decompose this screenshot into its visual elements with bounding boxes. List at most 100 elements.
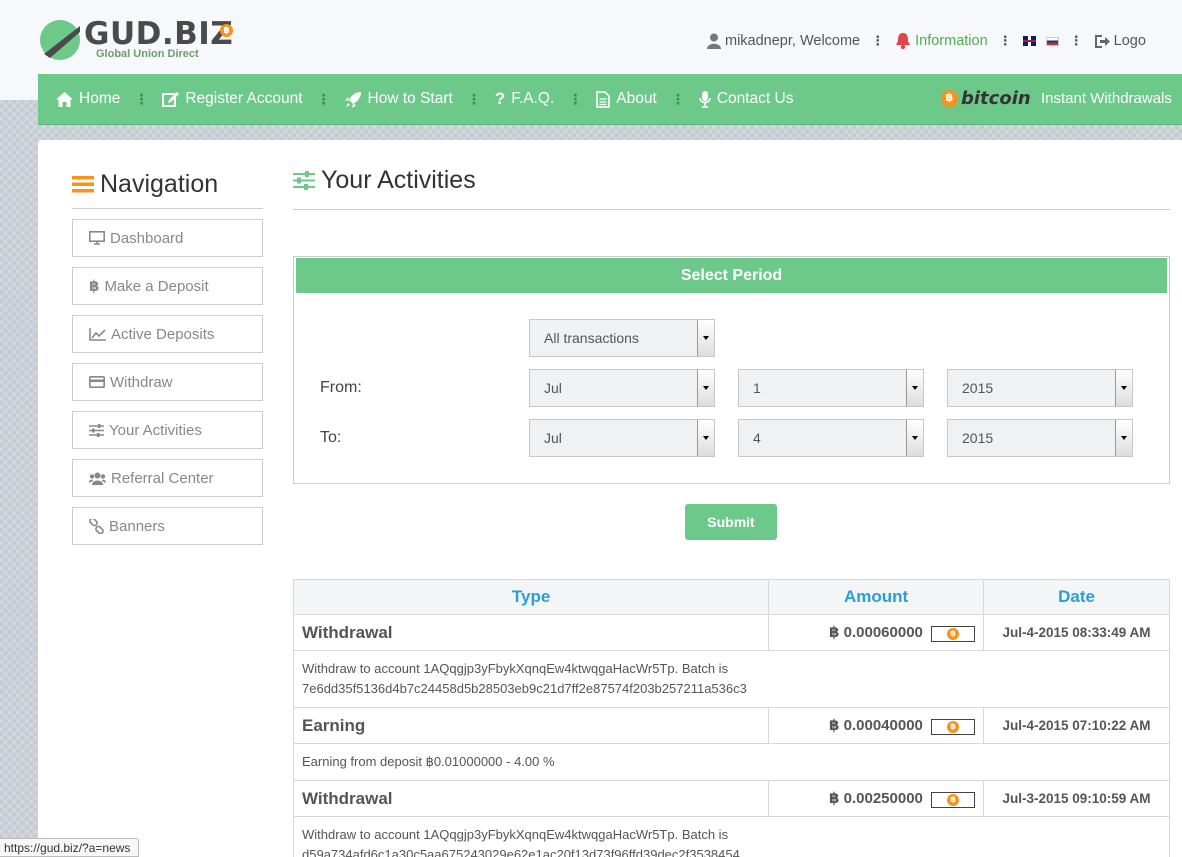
nav-how-to-start[interactable]: How to Start <box>344 90 453 108</box>
date-column-header: Date <box>983 579 1170 615</box>
bars-icon <box>72 176 94 193</box>
sidebar-item-label: Referral Center <box>111 469 214 487</box>
sidebar-item-active-deposits[interactable]: Active Deposits <box>72 315 263 353</box>
to-year-select[interactable]: 2015 <box>947 419 1133 457</box>
nav-separator: ⋮ <box>134 90 149 107</box>
ru-flag-icon[interactable] <box>1045 36 1059 46</box>
nav-register-account[interactable]: Register Account <box>162 90 303 108</box>
transaction-amount-cell: ฿ 0.00040000 ฿ <box>768 707 985 744</box>
sliders-icon <box>293 171 315 190</box>
table-row: Withdrawal ฿ 0.00060000 ฿ Jul-4-2015 08:… <box>292 614 1170 651</box>
transaction-type: Earning <box>292 707 770 744</box>
from-day-value: 1 <box>753 380 761 396</box>
nav-separator: ⋮ <box>670 90 685 107</box>
nav-about[interactable]: About <box>596 90 657 108</box>
uk-flag-icon[interactable] <box>1022 36 1036 46</box>
table-header-row: Type Amount Date <box>292 579 1170 615</box>
bell-icon <box>896 33 911 50</box>
amount-column-header: Amount <box>768 579 985 615</box>
line-chart-icon <box>89 327 106 341</box>
to-month-select[interactable]: Jul <box>529 419 715 457</box>
question-icon: ? <box>494 89 506 108</box>
from-month-value: Jul <box>544 380 562 396</box>
user-icon <box>707 33 721 49</box>
sidebar-item-label: Withdraw <box>110 373 173 391</box>
edit-icon <box>162 92 180 107</box>
sidebar-item-label: Banners <box>109 517 165 535</box>
transaction-type-select[interactable]: All transactions <box>529 319 715 357</box>
link-status-tooltip: https://gud.biz/?a=news <box>0 838 140 857</box>
sidebar-item-label: Active Deposits <box>111 325 215 343</box>
sidebar-item-banners[interactable]: Banners <box>72 507 263 545</box>
nav-separator: ⋮ <box>466 90 481 107</box>
sidebar-item-dashboard[interactable]: Dashboard <box>72 219 263 257</box>
instant-withdrawals-text: Instant Withdrawals <box>1041 90 1172 107</box>
chevron-down-icon <box>697 370 714 406</box>
transaction-amount: ฿ 0.00250000 <box>829 790 923 808</box>
chevron-down-icon <box>1115 370 1132 406</box>
user-welcome[interactable]: mikadnepr, Welcome <box>707 33 860 49</box>
credit-card-icon <box>89 376 105 388</box>
information-link[interactable]: Information <box>895 32 988 50</box>
transaction-type: Withdrawal <box>292 780 770 817</box>
sidebar-divider <box>72 208 263 209</box>
to-label: To: <box>320 429 342 446</box>
sliders-icon <box>89 423 104 437</box>
link-icon <box>89 518 104 534</box>
table-row: Earning ฿ 0.00040000 ฿ Jul-4-2015 07:10:… <box>292 707 1170 744</box>
from-month-select[interactable]: Jul <box>529 369 715 407</box>
logout-link[interactable]: Logo <box>1094 33 1146 49</box>
bitcoin-icon: ฿ <box>931 718 976 735</box>
rocket-icon <box>344 91 361 108</box>
sidebar-item-label: Dashboard <box>110 229 184 247</box>
nav-home[interactable]: Home <box>56 90 120 108</box>
bitcoin-wordmark: bitcoin <box>961 88 1031 109</box>
logo-bitcoin-badge: ฿ <box>220 24 233 37</box>
information-label: Information <box>915 33 988 49</box>
microphone-icon <box>699 90 711 108</box>
transactions-table: Type Amount Date Withdrawal ฿ 0.00060000… <box>292 579 1170 857</box>
sidebar-item-label: Make a Deposit <box>104 277 209 295</box>
sidebar-item-referral-center[interactable]: Referral Center <box>72 459 263 497</box>
to-year-value: 2015 <box>962 430 994 446</box>
sidebar-title-text: Navigation <box>100 169 219 198</box>
nav-register-label: Register Account <box>185 90 303 107</box>
table-row: Withdrawal ฿ 0.00250000 ฿ Jul-3-2015 09:… <box>292 780 1170 817</box>
chevron-down-icon <box>697 420 714 456</box>
to-day-select[interactable]: 4 <box>738 419 924 457</box>
transaction-date: Jul-4-2015 08:33:49 AM <box>983 614 1170 651</box>
users-icon <box>89 472 106 485</box>
logout-label: Logo <box>1113 33 1146 49</box>
sidebar-item-withdraw[interactable]: Withdraw <box>72 363 263 401</box>
from-year-select[interactable]: 2015 <box>947 369 1133 407</box>
separator: ⋮ <box>871 33 885 48</box>
submit-button[interactable]: Submit <box>685 504 777 540</box>
transaction-amount-cell: ฿ 0.00060000 ฿ <box>768 614 985 651</box>
select-period-header: Select Period <box>296 258 1167 293</box>
title-divider <box>293 209 1170 210</box>
nav-contact-us[interactable]: Contact Us <box>699 90 794 108</box>
nav-contact-label: Contact Us <box>716 90 794 107</box>
bitcoin-icon: ฿ <box>931 625 976 642</box>
bitcoin-icon: ฿ <box>941 90 958 107</box>
transaction-description: Withdraw to account 1AQqgjp3yFbykXqnqEw4… <box>293 650 1170 708</box>
chevron-down-icon <box>906 370 923 406</box>
site-logo[interactable]: GUD.BIZ ฿ Global Union Direct <box>38 16 238 63</box>
nav-faq[interactable]: ? F.A.Q. <box>495 89 554 109</box>
sidebar-item-your-activities[interactable]: Your Activities <box>72 411 263 449</box>
from-year-value: 2015 <box>962 380 994 396</box>
home-icon <box>56 91 73 107</box>
transaction-type-value: All transactions <box>544 330 639 346</box>
transaction-date: Jul-4-2015 07:10:22 AM <box>983 707 1170 744</box>
nav-separator: ⋮ <box>316 90 331 107</box>
from-day-select[interactable]: 1 <box>738 369 924 407</box>
separator: ⋮ <box>1069 33 1083 48</box>
separator: ⋮ <box>998 33 1012 48</box>
sidebar: Navigation Dashboard ฿ Make a Deposit Ac… <box>72 168 263 545</box>
transaction-amount: ฿ 0.00060000 <box>829 624 923 642</box>
transaction-type: Withdrawal <box>292 614 770 651</box>
chevron-down-icon <box>906 420 923 456</box>
to-month-value: Jul <box>544 430 562 446</box>
logo-name: GUD.BIZ <box>84 16 234 52</box>
sidebar-item-make-deposit[interactable]: ฿ Make a Deposit <box>72 267 263 305</box>
